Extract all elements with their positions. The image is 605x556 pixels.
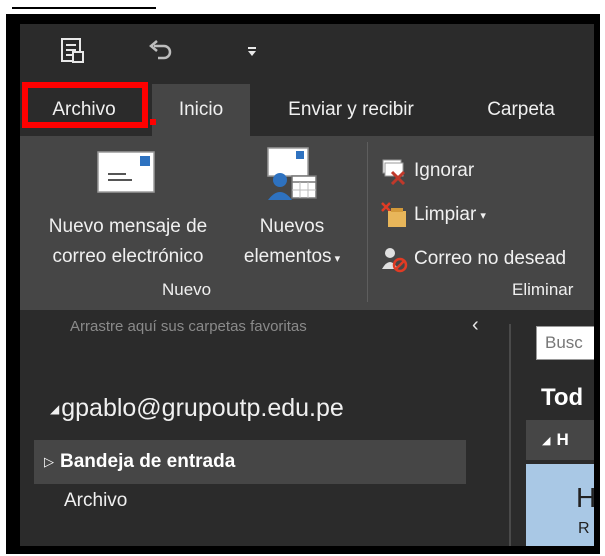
top-edge-line [12,7,156,9]
tab-inicio[interactable]: Inicio [152,84,250,136]
tab-enviar-recibir-label: Enviar y recibir [288,99,414,120]
ignore-button[interactable]: Ignorar [380,154,474,188]
folder-pane: Arrastre aquí sus carpetas favoritas ‹ ◢… [20,310,506,546]
message-subject-initial: R [578,520,590,537]
undo-icon[interactable] [142,34,178,68]
quick-access-toolbar [20,24,594,82]
new-email-label-2: correo electrónico [52,246,204,267]
junk-button[interactable]: Correo no desead [380,242,566,276]
ribbon-tabs: Archivo Inicio Enviar y recibir Carpeta [20,84,594,136]
tab-enviar-recibir[interactable]: Enviar y recibir [270,84,432,136]
ribbon-home: Nuevo mensaje de correo electrónico Nuev… [20,136,594,310]
junk-label: Correo no desead [414,248,567,269]
filter-all-tab[interactable]: Tod [541,384,583,412]
customize-toolbar-icon[interactable] [234,34,270,68]
group-collapse-icon: ◢ [542,434,551,447]
collapse-pane-icon[interactable]: ‹ [472,314,479,337]
new-items-label-2: elementos ▾ [243,246,341,267]
search-input[interactable]: Busc [536,326,594,360]
new-email-button[interactable]: Nuevo mensaje de correo electrónico [30,212,226,272]
group-header-label: H [556,430,569,449]
new-email-label-1: Nuevo mensaje de [48,216,208,237]
ignore-label: Ignorar [414,160,475,181]
search-placeholder: Busc [545,333,583,352]
favorites-drop-hint: Arrastre aquí sus carpetas favoritas [70,318,307,335]
ignore-icon [380,157,408,186]
clean-dropdown-icon: ▾ [480,209,486,222]
tab-carpeta-label: Carpeta [487,99,555,120]
group-header-today[interactable]: ◢ H [526,420,594,460]
folder-inbox-label: Bandeja de entrada [60,451,236,472]
tab-archivo-label: Archivo [52,99,116,120]
folder-archive-label: Archivo [64,490,128,511]
group-label-nuevo: Nuevo [162,280,212,299]
outlook-window: Archivo Inicio Enviar y recibir Carpeta … [20,24,594,546]
list-item[interactable]: H R [526,464,594,546]
pane-divider [506,310,516,546]
envelope-icon[interactable] [96,150,156,194]
new-items-icon[interactable] [262,146,320,202]
expanded-triangle-icon: ◢ [50,402,60,417]
pane-divider-line [509,324,511,546]
new-items-label-1: Nuevos [259,216,325,237]
send-receive-all-icon[interactable] [54,34,90,68]
message-sender-initial: H [576,482,594,513]
folder-archive[interactable]: Archivo [64,490,127,512]
account-node[interactable]: ◢gpablo@grupoutp.edu.pe [50,394,344,423]
junk-icon [380,245,408,273]
clean-label: Limpiar [414,204,477,225]
clean-button[interactable]: Limpiar ▾ [380,198,486,232]
message-list: Busc Tod ◢ H H R [520,310,594,546]
account-email: gpablo@grupoutp.edu.pe [61,394,344,422]
group-label-eliminar: Eliminar [512,280,574,299]
folder-inbox[interactable]: ▷ Bandeja de entrada [34,440,466,484]
tab-inicio-label: Inicio [178,99,224,120]
clean-icon [380,201,408,229]
collapsed-triangle-icon: ▷ [44,454,54,469]
tab-carpeta[interactable]: Carpeta [472,84,570,136]
tab-archivo[interactable]: Archivo [28,84,140,136]
new-items-button[interactable]: Nuevos elementos ▾ [230,212,354,274]
group-separator [367,142,368,302]
highlight-tick [150,119,156,125]
